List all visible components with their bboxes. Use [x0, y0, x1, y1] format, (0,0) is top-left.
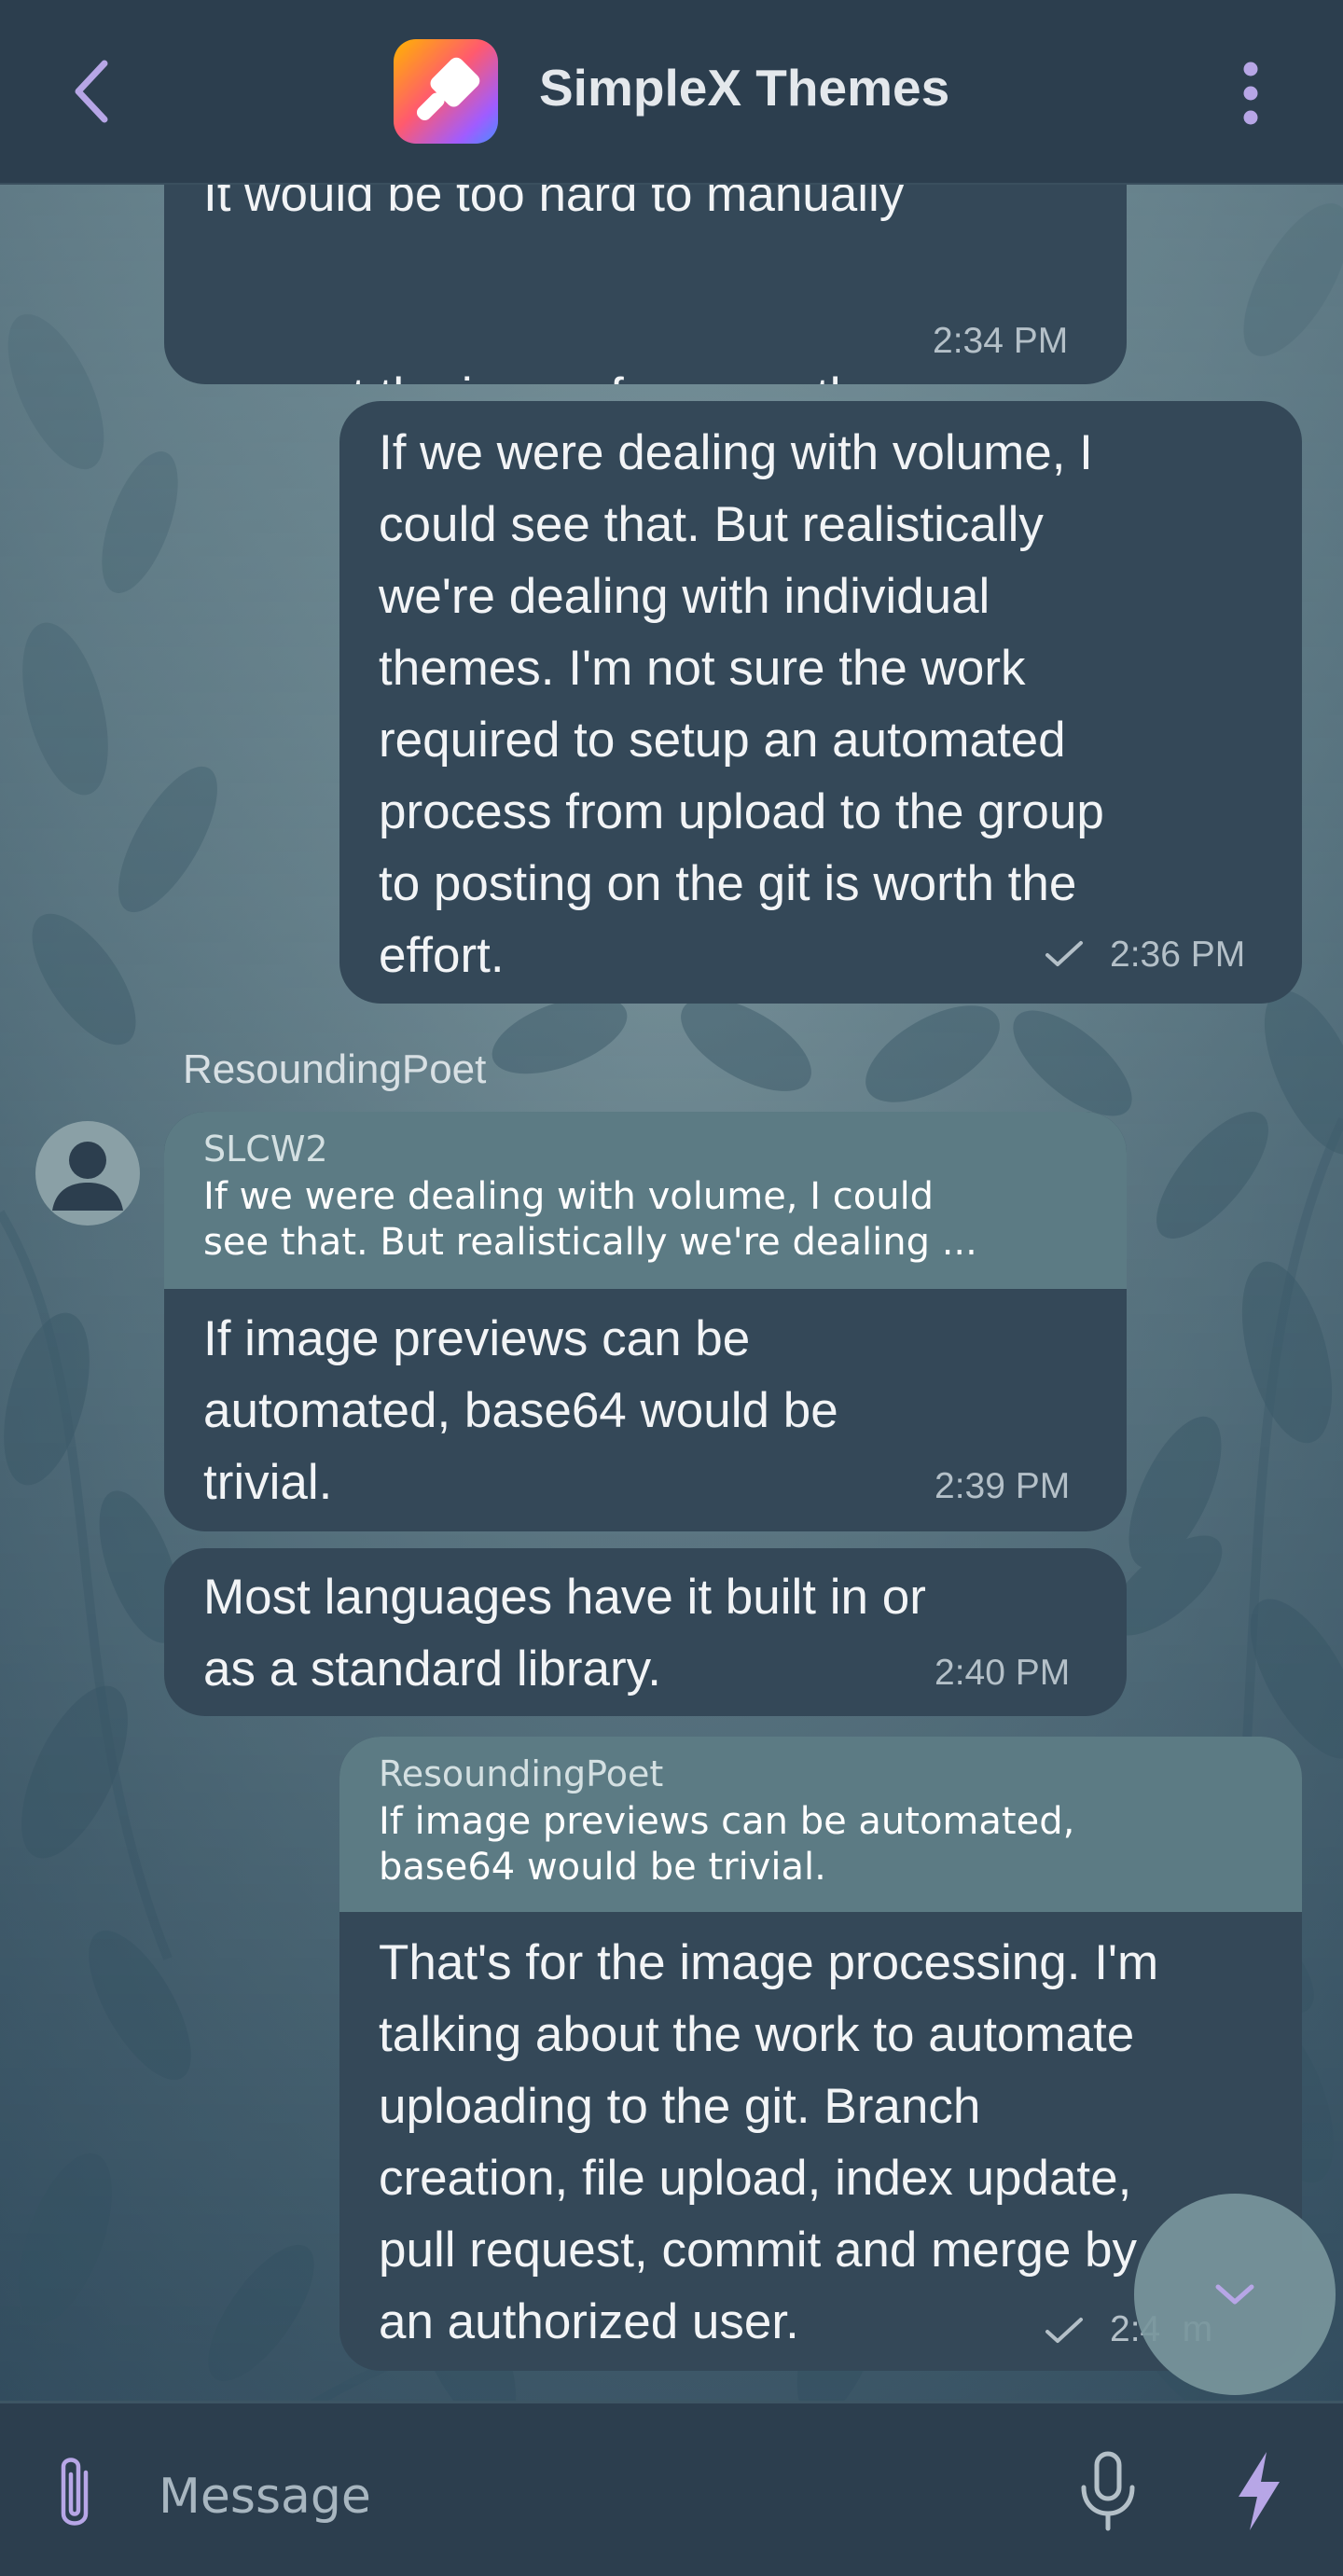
- message-timestamp: 2:34 PM: [933, 321, 1069, 361]
- message-line: an authorized user.: [379, 2294, 799, 2349]
- voice-record-button[interactable]: [1073, 2448, 1143, 2534]
- message-line: pull request, commit and merge by: [379, 2223, 1138, 2278]
- message-line: trivial.: [203, 1455, 333, 1510]
- message-line: uploading to the git. Branch: [379, 2079, 981, 2134]
- message-line: convert the image for every theme.: [203, 360, 967, 384]
- message-line: automated, base64 would be: [203, 1383, 838, 1438]
- message-line: If we were dealing with volume, I: [379, 425, 1093, 480]
- quoted-text-line: see that. But realistically we're dealin…: [203, 1221, 977, 1264]
- chat-title[interactable]: SimpleX Themes: [539, 58, 949, 118]
- message-bubble-incoming[interactable]: Most languages have it built in or as a …: [164, 1548, 1127, 1716]
- sender-name[interactable]: ResoundingPoet: [183, 1046, 486, 1093]
- quoted-message[interactable]: ResoundingPoet If image previews can be …: [339, 1737, 1302, 1912]
- avatar[interactable]: [35, 1121, 140, 1226]
- paintbrush-app-icon: [416, 57, 480, 121]
- quoted-author: ResoundingPoet: [379, 1753, 664, 1794]
- message-line: as a standard library.: [203, 1641, 661, 1697]
- quoted-text-line: base64 would be trivial.: [379, 1846, 826, 1889]
- message-line: could see that. But realistically: [379, 497, 1044, 552]
- checkmark-icon: [1045, 2318, 1083, 2343]
- vertical-dots-icon: [1243, 62, 1258, 125]
- microphone-icon: [1081, 2451, 1135, 2531]
- message-timestamp: 2:39 PM: [935, 1466, 1071, 1506]
- message-line: effort.: [379, 928, 505, 983]
- quoted-text-line: If we were dealing with volume, I could: [203, 1175, 935, 1218]
- paperclip-icon: [61, 2458, 89, 2526]
- user-silhouette-icon: [52, 1142, 123, 1211]
- quoted-text-line: If image previews can be automated,: [379, 1800, 1075, 1843]
- more-options-button[interactable]: [1229, 58, 1272, 129]
- chevron-left-icon: [75, 60, 108, 123]
- message-line: If image previews can be: [203, 1311, 751, 1366]
- message-line: themes. I'm not sure the work: [379, 641, 1026, 696]
- attach-button[interactable]: [48, 2452, 101, 2536]
- message-bubble-outgoing[interactable]: If we were dealing with volume, I could …: [339, 401, 1302, 1004]
- chevron-down-icon: [1215, 2284, 1254, 2305]
- message-timestamp: 2:40 PM: [935, 1653, 1071, 1693]
- live-message-button[interactable]: [1229, 2448, 1289, 2534]
- group-avatar[interactable]: [394, 39, 498, 144]
- message-line: That's for the image processing. I'm: [379, 1935, 1159, 1990]
- message-line: talking about the work to automate: [379, 2007, 1135, 2062]
- scroll-to-bottom-button[interactable]: [1134, 2194, 1336, 2395]
- checkmark-icon: [1045, 941, 1083, 966]
- message-line: creation, file upload, index update,: [379, 2151, 1132, 2206]
- message-line: process from upload to the group: [379, 784, 1104, 839]
- back-button[interactable]: [65, 54, 121, 129]
- message-line: required to setup an automated: [379, 713, 1066, 768]
- message-line: Most languages have it built in or: [203, 1570, 926, 1625]
- lightning-icon: [1239, 2452, 1280, 2530]
- chat-header: SimpleX Themes: [0, 0, 1343, 185]
- quoted-author: SLCW2: [203, 1129, 328, 1170]
- message-line: to posting on the git is worth the: [379, 856, 1077, 911]
- message-timestamp: 2:36 PM: [1110, 935, 1246, 975]
- quoted-message[interactable]: SLCW2 If we were dealing with volume, I …: [164, 1112, 1127, 1289]
- message-bubble-incoming[interactable]: SLCW2 If we were dealing with volume, I …: [164, 1112, 1127, 1531]
- message-composer: [0, 2401, 1343, 2576]
- message-line: we're dealing with individual: [379, 569, 990, 624]
- message-input[interactable]: [159, 2459, 998, 2534]
